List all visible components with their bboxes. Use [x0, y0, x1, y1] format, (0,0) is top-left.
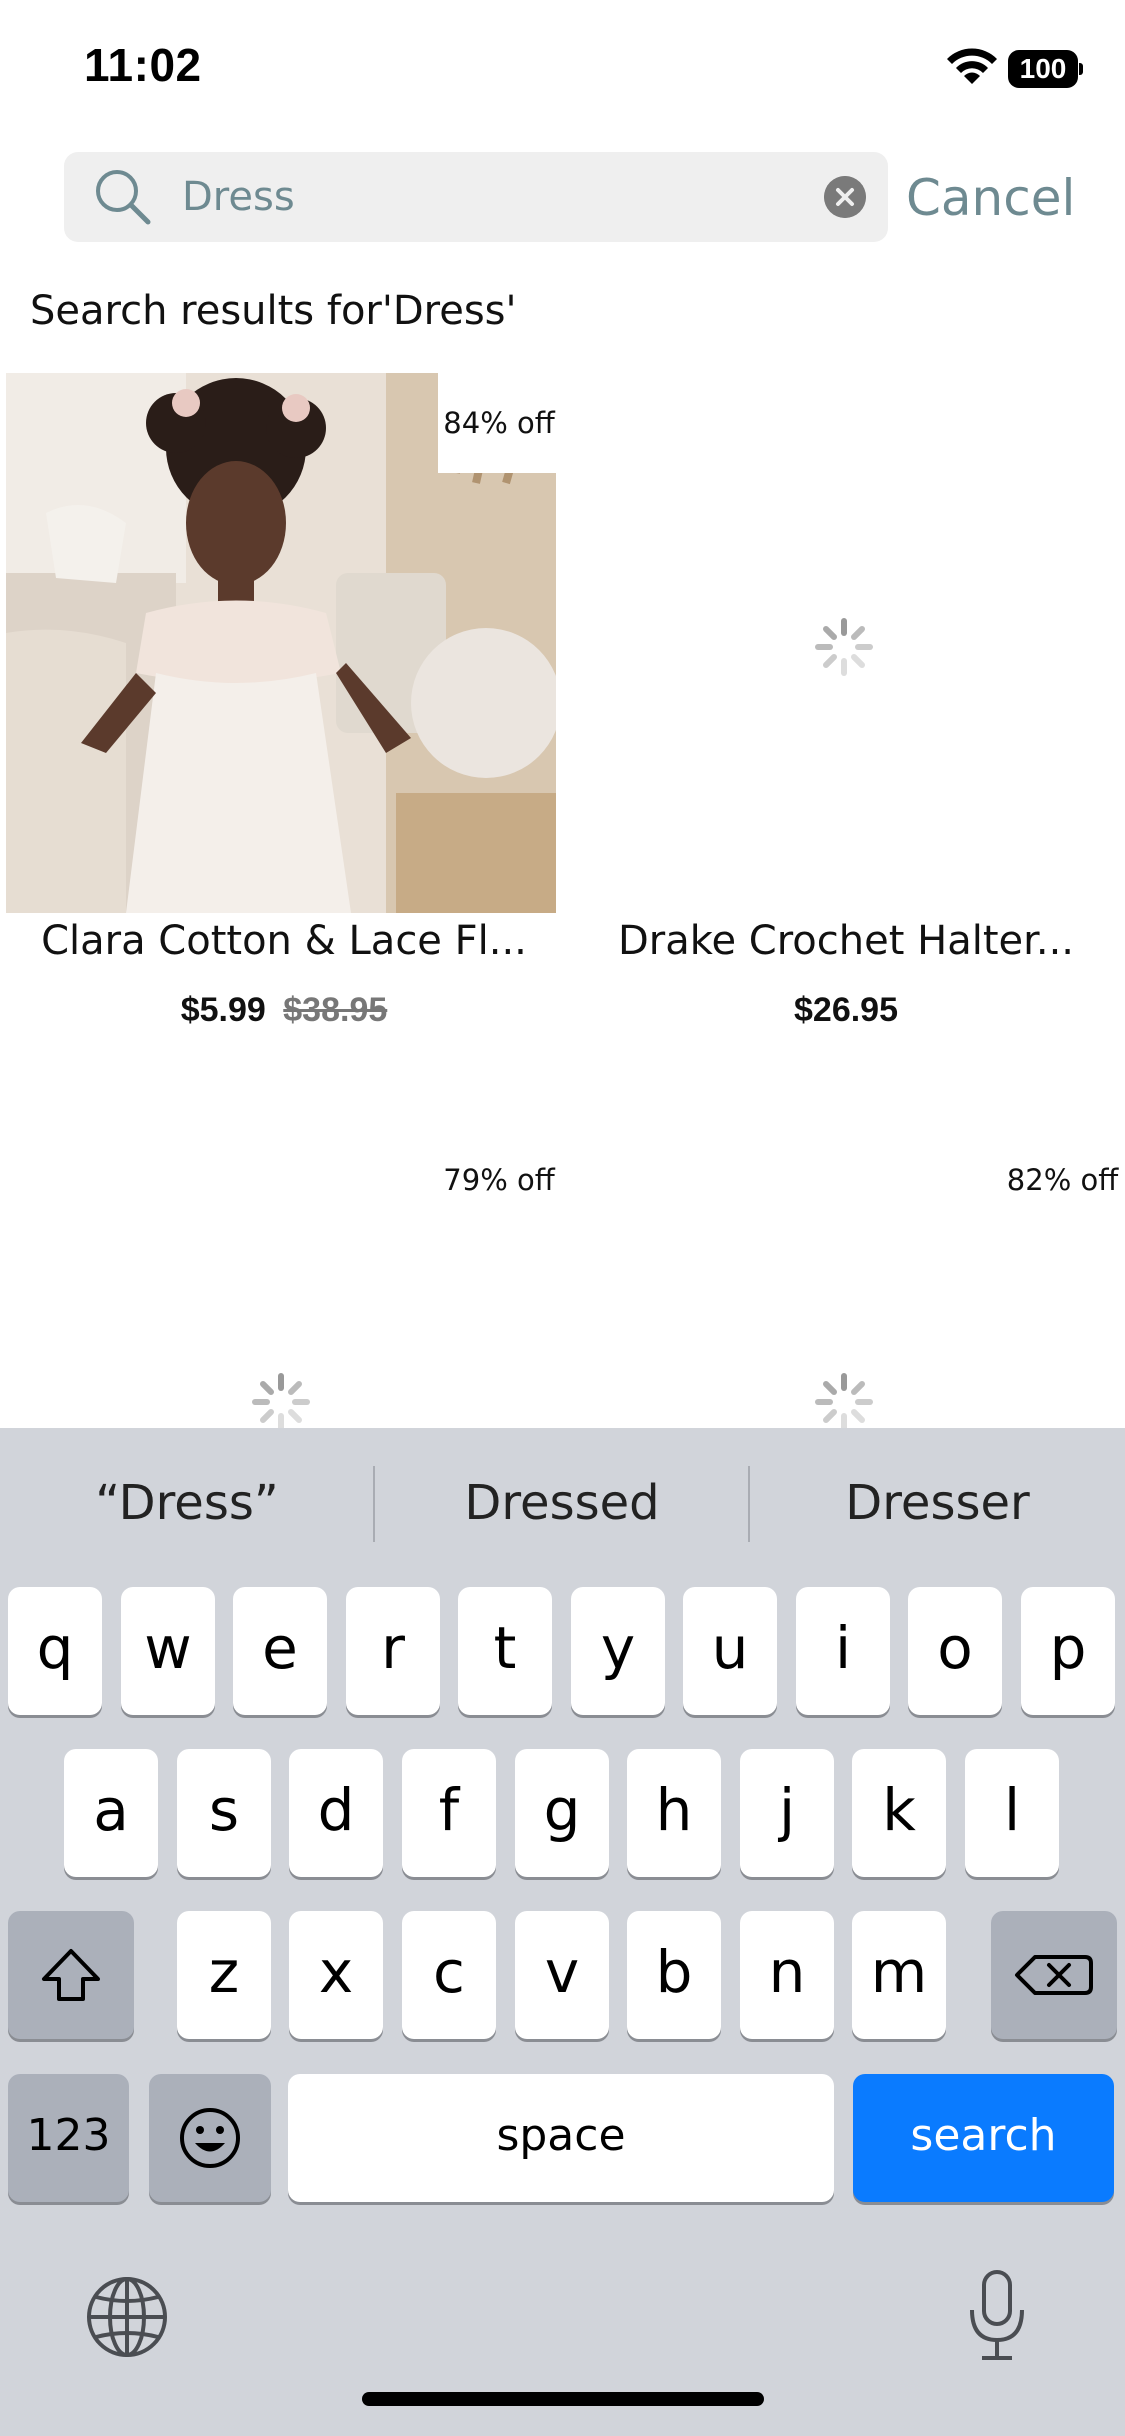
loading-spinner-icon: [815, 618, 873, 676]
suggestion-item[interactable]: “Dress”: [0, 1428, 374, 1578]
key-l[interactable]: l: [965, 1749, 1059, 1877]
key-m[interactable]: m: [852, 1911, 946, 2039]
product-original-price: $38.95: [283, 991, 388, 1029]
product-price: $26.95: [794, 991, 898, 1029]
key-z[interactable]: z: [177, 1911, 271, 2039]
product-card[interactable]: 82% off: [568, 1130, 1125, 1431]
product-card[interactable]: 84% off Clara Cotton & Lace Fl... $5.99 …: [6, 373, 562, 1053]
key-x[interactable]: x: [289, 1911, 383, 2039]
key-p[interactable]: p: [1021, 1587, 1115, 1715]
suggestion-item[interactable]: Dressed: [375, 1428, 749, 1578]
loading-spinner-icon: [252, 1373, 310, 1431]
suggestion-item[interactable]: Dresser: [750, 1428, 1125, 1578]
key-k[interactable]: k: [852, 1749, 946, 1877]
key-o[interactable]: o: [908, 1587, 1002, 1715]
key-r[interactable]: r: [346, 1587, 440, 1715]
key-i[interactable]: i: [796, 1587, 890, 1715]
search-input[interactable]: Dress: [64, 152, 888, 242]
loading-spinner-icon: [815, 1373, 873, 1431]
clear-search-icon[interactable]: [824, 176, 866, 218]
key-y[interactable]: y: [571, 1587, 665, 1715]
status-bar: 11:02 100: [0, 0, 1125, 140]
key-b[interactable]: b: [627, 1911, 721, 2039]
product-card[interactable]: 79% off: [6, 1130, 562, 1431]
key-g[interactable]: g: [515, 1749, 609, 1877]
discount-badge: 82% off: [1000, 1130, 1125, 1230]
suggestion-bar: “Dress” Dressed Dresser: [0, 1428, 1125, 1578]
discount-badge: 79% off: [438, 1130, 560, 1230]
emoji-key[interactable]: [149, 2074, 271, 2202]
key-v[interactable]: v: [515, 1911, 609, 2039]
emoji-icon: [180, 2108, 240, 2168]
microphone-icon[interactable]: [962, 2266, 1032, 2366]
battery-icon: 100: [1008, 50, 1083, 88]
key-q[interactable]: q: [8, 1587, 102, 1715]
key-n[interactable]: n: [740, 1911, 834, 2039]
home-indicator[interactable]: [362, 2392, 764, 2406]
key-t[interactable]: t: [458, 1587, 552, 1715]
product-name[interactable]: Drake Crochet Halter...: [566, 918, 1125, 964]
backspace-key[interactable]: [991, 1911, 1117, 2039]
key-c[interactable]: c: [402, 1911, 496, 2039]
key-h[interactable]: h: [627, 1749, 721, 1877]
shift-icon: [42, 1949, 100, 2001]
product-price: $5.99: [180, 991, 266, 1029]
key-e[interactable]: e: [233, 1587, 327, 1715]
globe-icon[interactable]: [82, 2272, 172, 2362]
keyboard: “Dress” Dressed Dresser q w e r t y u i …: [0, 1428, 1125, 2436]
price-row: $26.95: [566, 991, 1125, 1030]
discount-badge: 84% off: [438, 373, 560, 473]
wifi-icon: [947, 48, 997, 84]
product-name[interactable]: Clara Cotton & Lace Fl...: [4, 918, 564, 964]
search-icon: [96, 170, 151, 225]
backspace-icon: [1015, 1955, 1093, 1995]
shift-key[interactable]: [8, 1911, 134, 2039]
key-f[interactable]: f: [402, 1749, 496, 1877]
key-w[interactable]: w: [121, 1587, 215, 1715]
search-query[interactable]: Dress: [182, 152, 295, 242]
results-heading: Search results for'Dress': [30, 288, 517, 334]
product-card[interactable]: Drake Crochet Halter... $26.95: [568, 373, 1124, 1053]
key-a[interactable]: a: [64, 1749, 158, 1877]
space-key[interactable]: space: [288, 2074, 834, 2202]
key-u[interactable]: u: [683, 1587, 777, 1715]
price-row: $5.99 $38.95: [4, 991, 564, 1030]
status-time: 11:02: [84, 39, 202, 91]
cancel-button[interactable]: Cancel: [906, 162, 1075, 234]
key-d[interactable]: d: [289, 1749, 383, 1877]
numbers-key[interactable]: 123: [8, 2074, 129, 2202]
key-j[interactable]: j: [740, 1749, 834, 1877]
key-s[interactable]: s: [177, 1749, 271, 1877]
search-key[interactable]: search: [853, 2074, 1114, 2202]
battery-level: 100: [1019, 53, 1067, 84]
